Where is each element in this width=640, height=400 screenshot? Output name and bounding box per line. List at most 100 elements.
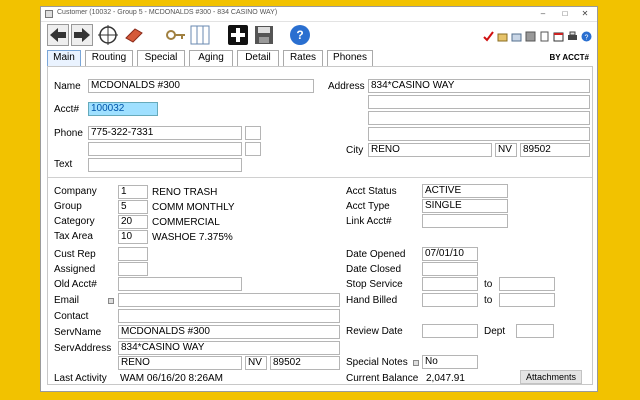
address-line1-field[interactable]: 834*CASINO WAY	[368, 79, 590, 93]
tab-rates[interactable]: Rates	[283, 50, 323, 66]
calendar-icon[interactable]	[553, 31, 564, 42]
minimize-icon[interactable]: –	[533, 7, 553, 20]
city-field[interactable]: RENO	[368, 143, 492, 157]
servname-label: ServName	[54, 327, 102, 338]
custrep-label: Cust Rep	[54, 249, 96, 260]
close-icon[interactable]: ✕	[575, 7, 595, 20]
category-label: Category	[54, 216, 95, 227]
accttype-label: Acct Type	[346, 201, 390, 212]
balance-label: Current Balance	[346, 373, 419, 384]
servaddress-field[interactable]: 834*CASINO WAY	[118, 341, 340, 355]
reviewdate-label: Review Date	[346, 326, 403, 337]
servzip-field[interactable]: 89502	[270, 356, 340, 370]
state-field[interactable]: NV	[495, 143, 517, 157]
company-name: RENO TRASH	[152, 187, 218, 198]
group-code-field[interactable]: 5	[118, 200, 148, 214]
add-icon[interactable]	[227, 24, 249, 46]
email-field[interactable]	[118, 293, 340, 307]
handbilled-from-field[interactable]	[422, 293, 478, 307]
crosshair-icon[interactable]	[97, 24, 119, 46]
address-label: Address	[328, 81, 365, 92]
contact-label: Contact	[54, 311, 89, 322]
servaddress-label: ServAddress	[54, 343, 112, 354]
address-line3-field[interactable]	[368, 111, 590, 125]
group-label: Group	[54, 201, 82, 212]
open-folder-icon[interactable]	[511, 31, 522, 42]
dateclosed-label: Date Closed	[346, 264, 402, 275]
app-icon	[45, 10, 53, 18]
linkacct-label: Link Acct#	[346, 216, 392, 227]
linkacct-field[interactable]	[422, 214, 508, 228]
specialnotes-label: Special Notes	[346, 357, 408, 368]
grid-icon[interactable]	[525, 31, 536, 42]
key-icon[interactable]	[165, 24, 187, 46]
dateclosed-field[interactable]	[422, 262, 478, 276]
custrep-field[interactable]	[118, 247, 148, 261]
contact-field[interactable]	[118, 309, 340, 323]
specialnotes-field[interactable]: No	[422, 355, 478, 369]
folder-icon[interactable]	[497, 31, 508, 42]
acct-field[interactable]: 100032	[88, 102, 158, 116]
columns-icon[interactable]	[189, 24, 211, 46]
acctstatus-label: Acct Status	[346, 186, 397, 197]
tab-aging[interactable]: Aging	[189, 50, 233, 66]
servcity-field[interactable]: RENO	[118, 356, 242, 370]
address-line4-field[interactable]	[368, 127, 590, 141]
oldacct-field[interactable]	[118, 277, 242, 291]
eraser-icon[interactable]	[123, 24, 145, 46]
notes-icon[interactable]	[413, 360, 419, 366]
assigned-label: Assigned	[54, 264, 96, 275]
accttype-field[interactable]: SINGLE	[422, 199, 508, 213]
handbilled-to-field[interactable]	[499, 293, 555, 307]
window-title: Customer (10032 - Group 5 - MCDONALDS #3…	[57, 9, 278, 16]
text-field[interactable]	[88, 158, 242, 172]
checkmark-icon[interactable]	[483, 31, 494, 42]
handbilled-to-label: to	[484, 295, 493, 306]
tab-routing[interactable]: Routing	[85, 50, 133, 66]
phone-ext-field[interactable]	[245, 126, 261, 140]
tab-special[interactable]: Special	[137, 50, 185, 66]
tab-phones[interactable]: Phones	[327, 50, 373, 66]
category-code-field[interactable]: 20	[118, 215, 148, 229]
dept-field[interactable]	[516, 324, 554, 338]
phone-field[interactable]: 775-322-7331	[88, 126, 242, 140]
back-arrow-icon[interactable]	[47, 24, 69, 46]
handbilled-label: Hand Billed	[346, 295, 398, 306]
printer-icon[interactable]	[567, 31, 578, 42]
attachments-button[interactable]: Attachments	[520, 370, 582, 384]
dateopened-label: Date Opened	[346, 249, 406, 260]
save-icon[interactable]	[253, 24, 275, 46]
name-field[interactable]: MCDONALDS #300	[88, 79, 314, 93]
reviewdate-field[interactable]	[422, 324, 478, 338]
forward-arrow-icon[interactable]	[71, 24, 93, 46]
stopservice-to-field[interactable]	[499, 277, 555, 291]
phone-label: Phone	[54, 128, 83, 139]
document-icon[interactable]	[539, 31, 550, 42]
maximize-icon[interactable]: □	[555, 7, 575, 20]
info-icon[interactable]: ?	[581, 31, 592, 42]
company-code-field[interactable]: 1	[118, 185, 148, 199]
tab-detail[interactable]: Detail	[237, 50, 279, 66]
name-label: Name	[54, 81, 81, 92]
email-label: Email	[54, 295, 80, 306]
servstate-field[interactable]: NV	[245, 356, 267, 370]
zip-field[interactable]: 89502	[520, 143, 590, 157]
stopservice-from-field[interactable]	[422, 277, 478, 291]
sort-by-acct-label: BY ACCT#	[549, 53, 589, 62]
servname-field[interactable]: MCDONALDS #300	[118, 325, 340, 339]
customer-window: Customer (10032 - Group 5 - MCDONALDS #3…	[40, 6, 598, 392]
taxarea-code-field[interactable]: 10	[118, 230, 148, 244]
acctstatus-field[interactable]: ACTIVE	[422, 184, 508, 198]
assigned-field[interactable]	[118, 262, 148, 276]
phone2-field[interactable]	[88, 142, 242, 156]
category-name: COMMERCIAL	[152, 217, 220, 228]
help-icon[interactable]: ?	[289, 24, 311, 46]
lastactivity-value: WAM 06/16/20 8:26AM	[120, 373, 224, 384]
address-line2-field[interactable]	[368, 95, 590, 109]
company-label: Company	[54, 186, 97, 197]
dateopened-field[interactable]: 07/01/10	[422, 247, 478, 261]
phone2-ext-field[interactable]	[245, 142, 261, 156]
group-name: COMM MONTHLY	[152, 202, 235, 213]
tab-main[interactable]: Main	[47, 50, 81, 66]
email-icon[interactable]	[108, 298, 114, 304]
